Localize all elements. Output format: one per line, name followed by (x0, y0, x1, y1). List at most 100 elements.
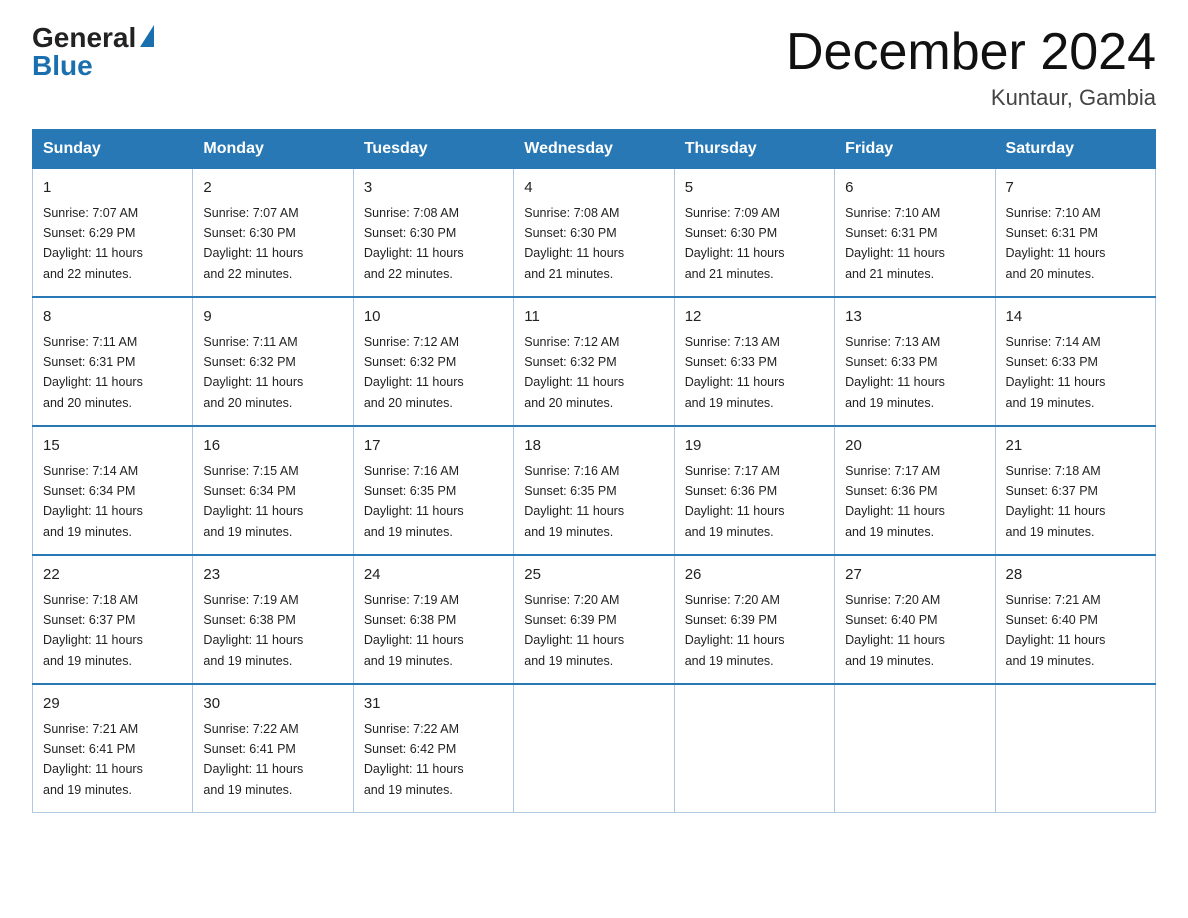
calendar-cell: 28 Sunrise: 7:21 AMSunset: 6:40 PMDayligh… (995, 555, 1155, 684)
day-number: 18 (524, 435, 663, 458)
calendar-cell: 13 Sunrise: 7:13 AMSunset: 6:33 PMDayligh… (835, 297, 995, 426)
week-row-1: 1 Sunrise: 7:07 AMSunset: 6:29 PMDaylight… (33, 169, 1156, 298)
day-info: Sunrise: 7:16 AMSunset: 6:35 PMDaylight:… (364, 464, 464, 539)
header-friday: Friday (835, 130, 995, 169)
calendar-cell: 15 Sunrise: 7:14 AMSunset: 6:34 PMDayligh… (33, 426, 193, 555)
calendar-cell: 11Sunrise: 7:12 AMSunset: 6:32 PMDayligh… (514, 297, 674, 426)
day-number: 8 (43, 306, 182, 329)
day-info: Sunrise: 7:13 AMSunset: 6:33 PMDaylight:… (845, 335, 945, 410)
calendar-cell: 20 Sunrise: 7:17 AMSunset: 6:36 PMDayligh… (835, 426, 995, 555)
calendar-cell: 17Sunrise: 7:16 AMSunset: 6:35 PMDayligh… (353, 426, 513, 555)
day-number: 12 (685, 306, 824, 329)
calendar-cell (514, 684, 674, 813)
day-number: 20 (845, 435, 984, 458)
day-number: 2 (203, 177, 342, 200)
day-number: 9 (203, 306, 342, 329)
day-info: Sunrise: 7:19 AMSunset: 6:38 PMDaylight:… (203, 593, 303, 668)
calendar-cell: 24Sunrise: 7:19 AMSunset: 6:38 PMDayligh… (353, 555, 513, 684)
calendar-cell: 31 Sunrise: 7:22 AMSunset: 6:42 PMDayligh… (353, 684, 513, 813)
day-number: 13 (845, 306, 984, 329)
day-info: Sunrise: 7:14 AMSunset: 6:33 PMDaylight:… (1006, 335, 1106, 410)
day-number: 29 (43, 693, 182, 716)
calendar-location: Kuntaur, Gambia (786, 85, 1156, 111)
day-info: Sunrise: 7:08 AMSunset: 6:30 PMDaylight:… (364, 206, 464, 281)
page-header: General Blue December 2024 Kuntaur, Gamb… (32, 24, 1156, 111)
day-info: Sunrise: 7:22 AMSunset: 6:41 PMDaylight:… (203, 722, 303, 797)
calendar-cell: 29 Sunrise: 7:21 AMSunset: 6:41 PMDayligh… (33, 684, 193, 813)
day-info: Sunrise: 7:07 AMSunset: 6:30 PMDaylight:… (203, 206, 303, 281)
week-row-2: 8 Sunrise: 7:11 AMSunset: 6:31 PMDaylight… (33, 297, 1156, 426)
calendar-table: SundayMondayTuesdayWednesdayThursdayFrid… (32, 129, 1156, 813)
calendar-cell: 3 Sunrise: 7:08 AMSunset: 6:30 PMDaylight… (353, 169, 513, 298)
logo-general-text: General (32, 24, 136, 52)
calendar-cell: 6Sunrise: 7:10 AMSunset: 6:31 PMDaylight… (835, 169, 995, 298)
day-info: Sunrise: 7:11 AMSunset: 6:31 PMDaylight:… (43, 335, 143, 410)
day-number: 3 (364, 177, 503, 200)
calendar-cell: 21Sunrise: 7:18 AMSunset: 6:37 PMDayligh… (995, 426, 1155, 555)
day-number: 31 (364, 693, 503, 716)
day-number: 25 (524, 564, 663, 587)
header-tuesday: Tuesday (353, 130, 513, 169)
day-number: 15 (43, 435, 182, 458)
week-row-5: 29 Sunrise: 7:21 AMSunset: 6:41 PMDayligh… (33, 684, 1156, 813)
calendar-cell: 14 Sunrise: 7:14 AMSunset: 6:33 PMDayligh… (995, 297, 1155, 426)
calendar-cell (674, 684, 834, 813)
logo-blue-text: Blue (32, 52, 93, 80)
calendar-cell (835, 684, 995, 813)
day-info: Sunrise: 7:22 AMSunset: 6:42 PMDaylight:… (364, 722, 464, 797)
calendar-cell: 8 Sunrise: 7:11 AMSunset: 6:31 PMDaylight… (33, 297, 193, 426)
day-number: 14 (1006, 306, 1145, 329)
header-saturday: Saturday (995, 130, 1155, 169)
day-number: 26 (685, 564, 824, 587)
day-info: Sunrise: 7:21 AMSunset: 6:41 PMDaylight:… (43, 722, 143, 797)
day-number: 28 (1006, 564, 1145, 587)
calendar-cell: 22 Sunrise: 7:18 AMSunset: 6:37 PMDayligh… (33, 555, 193, 684)
calendar-cell: 16 Sunrise: 7:15 AMSunset: 6:34 PMDayligh… (193, 426, 353, 555)
day-info: Sunrise: 7:13 AMSunset: 6:33 PMDaylight:… (685, 335, 785, 410)
day-info: Sunrise: 7:17 AMSunset: 6:36 PMDaylight:… (685, 464, 785, 539)
calendar-cell: 19Sunrise: 7:17 AMSunset: 6:36 PMDayligh… (674, 426, 834, 555)
day-number: 5 (685, 177, 824, 200)
day-info: Sunrise: 7:19 AMSunset: 6:38 PMDaylight:… (364, 593, 464, 668)
day-number: 21 (1006, 435, 1145, 458)
day-number: 23 (203, 564, 342, 587)
day-info: Sunrise: 7:20 AMSunset: 6:39 PMDaylight:… (685, 593, 785, 668)
logo: General Blue (32, 24, 154, 80)
calendar-cell: 9 Sunrise: 7:11 AMSunset: 6:32 PMDaylight… (193, 297, 353, 426)
day-number: 6 (845, 177, 984, 200)
calendar-cell: 1 Sunrise: 7:07 AMSunset: 6:29 PMDaylight… (33, 169, 193, 298)
day-info: Sunrise: 7:17 AMSunset: 6:36 PMDaylight:… (845, 464, 945, 539)
day-info: Sunrise: 7:15 AMSunset: 6:34 PMDaylight:… (203, 464, 303, 539)
day-info: Sunrise: 7:18 AMSunset: 6:37 PMDaylight:… (43, 593, 143, 668)
calendar-cell: 27Sunrise: 7:20 AMSunset: 6:40 PMDayligh… (835, 555, 995, 684)
day-number: 16 (203, 435, 342, 458)
day-number: 22 (43, 564, 182, 587)
title-block: December 2024 Kuntaur, Gambia (786, 24, 1156, 111)
day-info: Sunrise: 7:10 AMSunset: 6:31 PMDaylight:… (1006, 206, 1106, 281)
calendar-cell: 18 Sunrise: 7:16 AMSunset: 6:35 PMDayligh… (514, 426, 674, 555)
day-number: 30 (203, 693, 342, 716)
day-info: Sunrise: 7:20 AMSunset: 6:39 PMDaylight:… (524, 593, 624, 668)
calendar-cell: 23 Sunrise: 7:19 AMSunset: 6:38 PMDayligh… (193, 555, 353, 684)
day-info: Sunrise: 7:20 AMSunset: 6:40 PMDaylight:… (845, 593, 945, 668)
calendar-cell: 10Sunrise: 7:12 AMSunset: 6:32 PMDayligh… (353, 297, 513, 426)
day-info: Sunrise: 7:12 AMSunset: 6:32 PMDaylight:… (364, 335, 464, 410)
day-info: Sunrise: 7:14 AMSunset: 6:34 PMDaylight:… (43, 464, 143, 539)
calendar-cell: 30 Sunrise: 7:22 AMSunset: 6:41 PMDayligh… (193, 684, 353, 813)
week-row-3: 15 Sunrise: 7:14 AMSunset: 6:34 PMDayligh… (33, 426, 1156, 555)
calendar-cell: 12 Sunrise: 7:13 AMSunset: 6:33 PMDayligh… (674, 297, 834, 426)
calendar-cell: 4Sunrise: 7:08 AMSunset: 6:30 PMDaylight… (514, 169, 674, 298)
day-info: Sunrise: 7:08 AMSunset: 6:30 PMDaylight:… (524, 206, 624, 281)
day-number: 1 (43, 177, 182, 200)
header-monday: Monday (193, 130, 353, 169)
header-thursday: Thursday (674, 130, 834, 169)
day-info: Sunrise: 7:07 AMSunset: 6:29 PMDaylight:… (43, 206, 143, 281)
day-info: Sunrise: 7:21 AMSunset: 6:40 PMDaylight:… (1006, 593, 1106, 668)
day-info: Sunrise: 7:11 AMSunset: 6:32 PMDaylight:… (203, 335, 303, 410)
calendar-cell: 25 Sunrise: 7:20 AMSunset: 6:39 PMDayligh… (514, 555, 674, 684)
logo-triangle-icon (140, 25, 154, 47)
day-number: 7 (1006, 177, 1145, 200)
calendar-cell: 26 Sunrise: 7:20 AMSunset: 6:39 PMDayligh… (674, 555, 834, 684)
day-info: Sunrise: 7:16 AMSunset: 6:35 PMDaylight:… (524, 464, 624, 539)
header-sunday: Sunday (33, 130, 193, 169)
